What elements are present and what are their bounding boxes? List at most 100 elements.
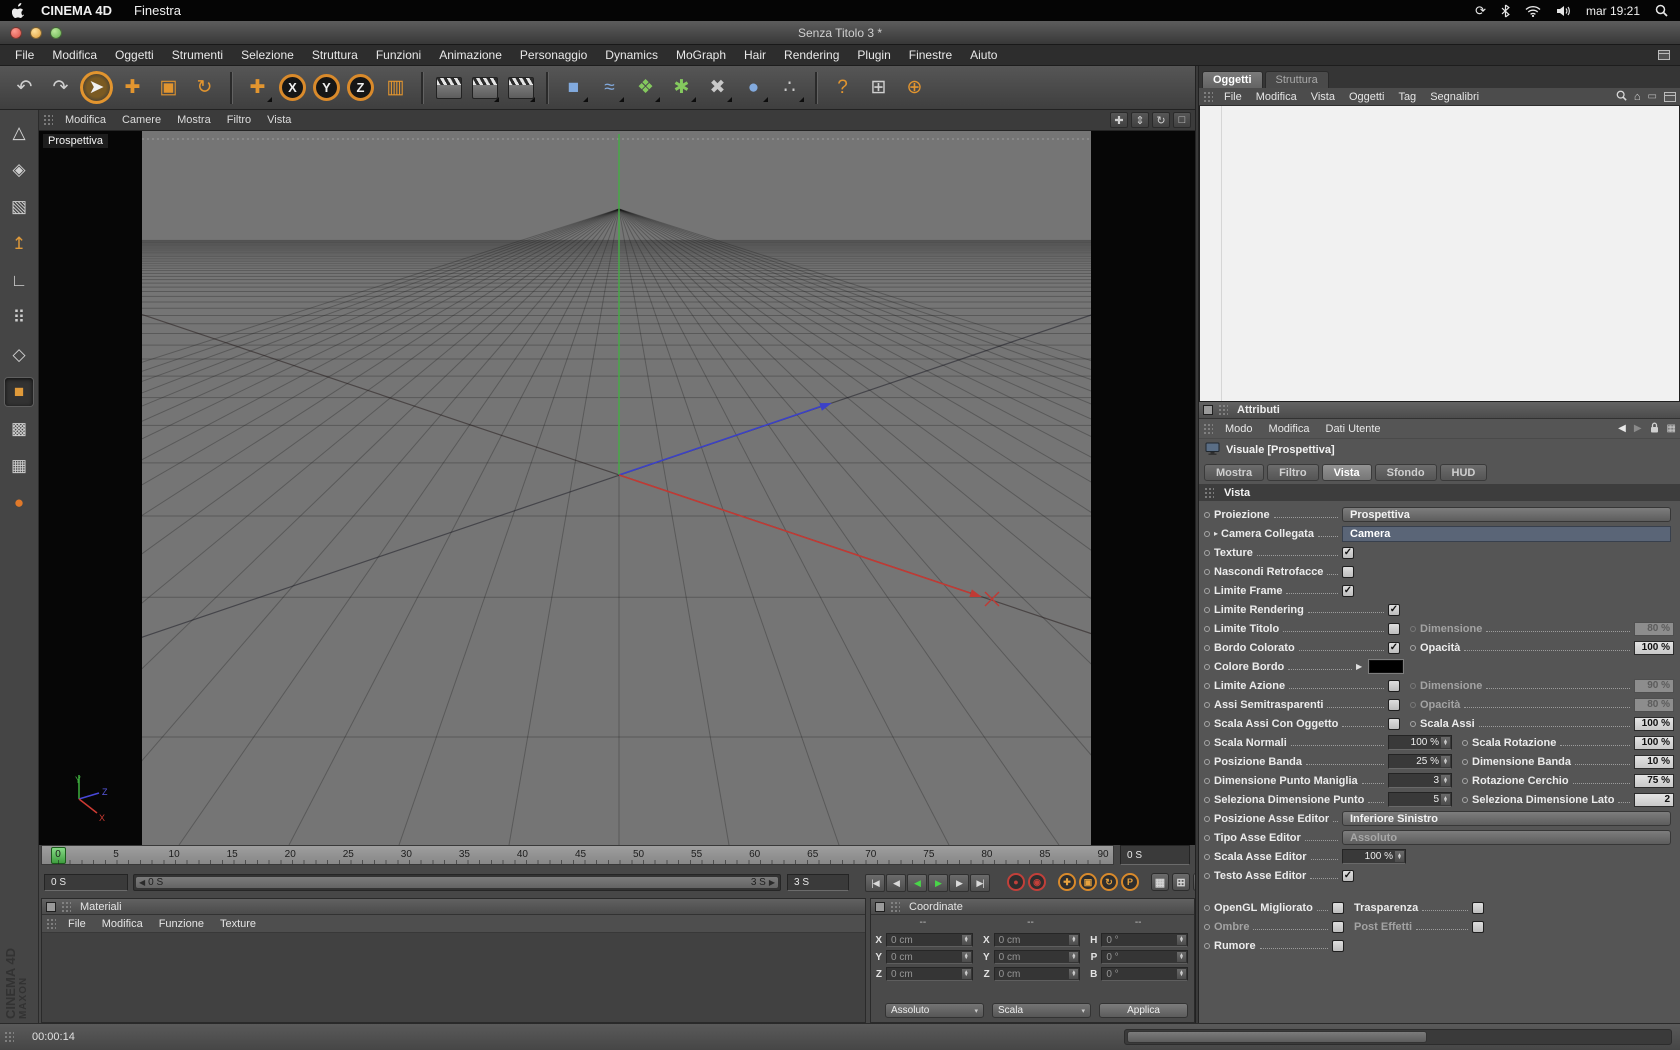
- object-manager-menu-file[interactable]: File: [1217, 91, 1249, 103]
- attributes-menu-dati-utente[interactable]: Dati Utente: [1318, 423, 1389, 435]
- attribute-dropdown-selected[interactable]: Camera: [1342, 525, 1671, 542]
- keyframe-dot[interactable]: [1204, 587, 1210, 594]
- keyframe-dot[interactable]: [1204, 853, 1210, 860]
- value-field[interactable]: 80 %: [1634, 621, 1674, 636]
- menu-finestre[interactable]: Finestre: [900, 48, 961, 62]
- checkbox[interactable]: [1332, 920, 1344, 933]
- keyframe-rotation-toggle[interactable]: ↻: [1100, 873, 1118, 891]
- content-browser-button[interactable]: ⊞: [862, 71, 895, 104]
- tab-struttura[interactable]: Struttura: [1264, 71, 1329, 88]
- panel-grip-icon[interactable]: [1203, 90, 1213, 103]
- edges-mode-button[interactable]: ◇: [5, 341, 33, 369]
- workplane-button[interactable]: ▦: [5, 452, 33, 480]
- menu-file[interactable]: File: [6, 48, 43, 62]
- play-forwards-button[interactable]: ▶: [928, 874, 948, 892]
- panel-grip-icon[interactable]: [43, 114, 53, 126]
- panel-grip-icon[interactable]: [1203, 422, 1213, 435]
- checkbox[interactable]: [1388, 698, 1400, 711]
- preview-range-slider[interactable]: ◀ 0 S 3 S ▶: [133, 874, 781, 891]
- scrollbar-thumb[interactable]: [1127, 1031, 1427, 1043]
- lock-z-axis-button[interactable]: Z: [347, 74, 374, 101]
- range-start-handle[interactable]: ◀ 0 S: [136, 877, 166, 888]
- menu-animazione[interactable]: Animazione: [430, 48, 511, 62]
- status-grip-icon[interactable]: [4, 1031, 14, 1043]
- keyframe-dot[interactable]: [1204, 511, 1210, 518]
- stepper-buttons[interactable]: ▲ ▼: [961, 952, 971, 962]
- menubar-app-name[interactable]: CINEMA 4D: [41, 3, 112, 18]
- panel-window-icon[interactable]: [1664, 91, 1676, 102]
- keyframe-pla-toggle[interactable]: ▦: [1151, 873, 1169, 891]
- record-keyframe-button[interactable]: ●: [1007, 873, 1025, 891]
- checkbox[interactable]: ✓: [1342, 869, 1354, 882]
- goto-end-button[interactable]: ▶|: [970, 874, 990, 892]
- keyframe-dot[interactable]: [1410, 644, 1416, 651]
- menu-selezione[interactable]: Selezione: [232, 48, 303, 62]
- keyframe-dot[interactable]: [1204, 720, 1210, 727]
- object-manager-menu-modifica[interactable]: Modifica: [1249, 91, 1304, 103]
- panel-grip-icon[interactable]: [1218, 404, 1228, 416]
- keyframe-dot[interactable]: [1410, 625, 1416, 632]
- stepper-buttons[interactable]: ▲ ▼: [961, 935, 971, 945]
- render-settings-button[interactable]: [468, 71, 501, 104]
- coordinate-field[interactable]: 0 cm ▲ ▼: [993, 967, 1081, 981]
- value-field[interactable]: 100 % ▲ ▼: [1388, 735, 1452, 750]
- stepper-buttons[interactable]: ▲ ▼: [961, 969, 971, 979]
- attribute-dropdown[interactable]: Assoluto: [1342, 830, 1671, 845]
- keyframe-dot[interactable]: [1462, 758, 1468, 765]
- stepper-buttons[interactable]: ▲ ▼: [1441, 794, 1450, 805]
- value-field[interactable]: 25 % ▲ ▼: [1388, 754, 1452, 769]
- value-field[interactable]: 80 %: [1634, 697, 1674, 712]
- keyframe-dot[interactable]: [1204, 625, 1210, 632]
- viewport-menu-vista[interactable]: Vista: [259, 114, 299, 126]
- stepper-buttons[interactable]: ▲ ▼: [1441, 737, 1450, 748]
- lock-y-axis-button[interactable]: Y: [313, 74, 340, 101]
- object-axis-mode-button[interactable]: ↥: [5, 230, 33, 258]
- polygons-mode-button[interactable]: ■: [5, 378, 33, 406]
- autokeying-button[interactable]: ◉: [1028, 873, 1046, 891]
- keyframe-dot[interactable]: [1204, 549, 1210, 556]
- play-backwards-button[interactable]: ◀: [907, 874, 927, 892]
- make-editable-button[interactable]: △: [5, 119, 33, 147]
- panel-grip-icon[interactable]: [890, 900, 900, 913]
- add-generator-button[interactable]: ❖: [629, 71, 662, 104]
- value-field[interactable]: 10 %: [1634, 754, 1674, 769]
- points-mode-button[interactable]: ⠿: [5, 304, 33, 332]
- menubar-clock[interactable]: mar 19:21: [1586, 4, 1640, 18]
- move-tool-button[interactable]: ✚: [116, 71, 149, 104]
- keyframe-dot[interactable]: [1204, 758, 1210, 765]
- keyframe-dot[interactable]: [1204, 644, 1210, 651]
- minus-icon[interactable]: ▭: [1648, 91, 1657, 102]
- goto-start-button[interactable]: |◀: [865, 874, 885, 892]
- window-layout-icon[interactable]: [1658, 50, 1670, 60]
- attributes-tab-sfondo[interactable]: Sfondo: [1374, 464, 1437, 481]
- keyframe-dot[interactable]: [1204, 739, 1210, 746]
- menu-mograph[interactable]: MoGraph: [667, 48, 735, 62]
- apply-button[interactable]: Applica: [1099, 1003, 1188, 1018]
- coordinate-field[interactable]: 0 cm ▲ ▼: [886, 933, 973, 947]
- coordinate-field[interactable]: 0 cm ▲ ▼: [993, 933, 1081, 947]
- color-swatch[interactable]: [1369, 660, 1404, 673]
- object-manager-menu-segnalibri[interactable]: Segnalibri: [1423, 91, 1486, 103]
- coordinate-field[interactable]: 0 ° ▲ ▼: [1101, 950, 1189, 964]
- render-view-button[interactable]: [432, 71, 465, 104]
- viewport-canvas[interactable]: Prospettiva Y Z X: [39, 131, 1195, 845]
- stepper-buttons[interactable]: ▲ ▼: [1069, 969, 1079, 979]
- coordinate-field[interactable]: 0 cm ▲ ▼: [886, 950, 973, 964]
- keyframe-dot[interactable]: [1204, 663, 1210, 670]
- model-mode-button[interactable]: ◈: [5, 156, 33, 184]
- keyframe-dot[interactable]: [1462, 777, 1468, 784]
- menu-hair[interactable]: Hair: [735, 48, 775, 62]
- materials-menu-funzione[interactable]: Funzione: [151, 918, 212, 930]
- viewport-solo-button[interactable]: ●: [5, 489, 33, 517]
- value-field[interactable]: 75 %: [1634, 773, 1674, 788]
- menu-plugin[interactable]: Plugin: [848, 48, 899, 62]
- history-forward-icon[interactable]: ▶: [1634, 423, 1642, 434]
- viewport-render-area[interactable]: [142, 131, 1091, 845]
- keyframe-dot[interactable]: [1462, 796, 1468, 803]
- previous-frame-button[interactable]: ◀: [886, 874, 906, 892]
- object-list[interactable]: [1199, 106, 1680, 402]
- menu-struttura[interactable]: Struttura: [303, 48, 367, 62]
- home-icon[interactable]: ⌂: [1634, 91, 1641, 103]
- attributes-tab-filtro[interactable]: Filtro: [1267, 464, 1319, 481]
- coordinates-header[interactable]: Coordinate: [871, 899, 1194, 915]
